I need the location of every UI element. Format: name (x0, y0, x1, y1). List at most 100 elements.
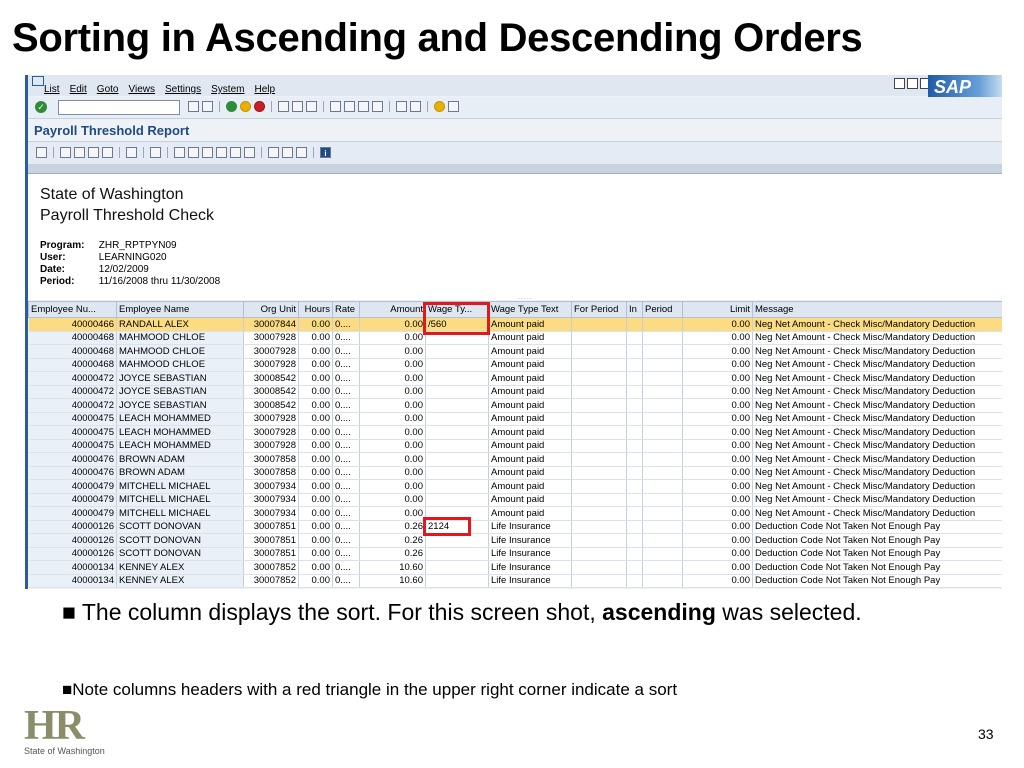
menu-item-edit[interactable]: Edit (70, 84, 87, 95)
table-row[interactable]: 40000475 LEACH MOHAMMED 30007928 0.00 0.... 0… (28, 412, 1002, 426)
find-icon[interactable] (292, 101, 303, 112)
back-arrow-icon[interactable] (188, 101, 199, 112)
enter-check-icon[interactable]: ✓ (35, 101, 47, 113)
column-header[interactable]: Hours (298, 301, 333, 318)
word-processing-icon[interactable] (202, 147, 213, 158)
column-header[interactable]: For Period (571, 301, 627, 318)
table-row[interactable]: 40000134 KENNEY ALEX 30007852 0.00 0.... 10.6… (28, 574, 1002, 588)
table-cell (642, 466, 683, 480)
export-icon[interactable] (174, 147, 185, 158)
column-header[interactable]: Message (752, 301, 1002, 318)
table-cell (425, 452, 489, 467)
menu-item-help[interactable]: Help (254, 84, 275, 95)
new-session-icon[interactable] (396, 101, 407, 112)
layout-icon[interactable] (448, 101, 459, 112)
save-layout-icon[interactable] (296, 147, 307, 158)
table-cell (571, 493, 627, 507)
menu-item-list[interactable]: List (44, 84, 60, 95)
column-header[interactable]: Org Unit (243, 301, 299, 318)
table-cell: 30008542 (243, 371, 299, 386)
table-cell (642, 398, 683, 413)
table-row[interactable]: 40000468 MAHMOOD CHLOE 30007928 0.00 0.... 0.… (28, 344, 1002, 359)
table-row[interactable]: 40000472 JOYCE SEBASTIAN 30008542 0.00 0....… (28, 371, 1002, 386)
table-cell: KENNEY ALEX (116, 574, 244, 588)
column-header[interactable]: Rate (332, 301, 360, 318)
window-menu-icon[interactable] (32, 76, 44, 86)
last-page-icon[interactable] (372, 101, 383, 112)
exit-icon[interactable] (240, 101, 251, 112)
table-row[interactable]: 40000134 KENNEY ALEX 30007852 0.00 0.... 10.6… (28, 560, 1002, 575)
table-cell: Neg Net Amount - Check Misc/Mandatory De… (752, 452, 1002, 467)
help-icon[interactable] (434, 101, 445, 112)
column-header[interactable]: Period (642, 301, 683, 318)
table-cell: Neg Net Amount - Check Misc/Mandatory De… (752, 317, 1002, 332)
table-cell (425, 358, 489, 372)
minimize-icon[interactable] (894, 78, 905, 89)
table-row[interactable]: 40000479 MITCHELL MICHAEL 30007934 0.00 0...… (28, 479, 1002, 494)
details-icon[interactable] (36, 147, 47, 158)
send-icon[interactable] (230, 147, 241, 158)
splitter-handle[interactable]: ..... (518, 294, 533, 301)
shortcut-icon[interactable] (410, 101, 421, 112)
table-cell (642, 520, 683, 534)
graphic-icon[interactable] (244, 147, 255, 158)
table-cell: 0.... (332, 560, 360, 575)
sort-ascending-icon[interactable] (60, 147, 71, 158)
table-row[interactable]: 40000472 JOYCE SEBASTIAN 30008542 0.00 0....… (28, 385, 1002, 399)
total-icon[interactable] (126, 147, 137, 158)
table-row[interactable]: 40000468 MAHMOOD CHLOE 30007928 0.00 0.... 0.… (28, 331, 1002, 345)
spreadsheet-icon[interactable] (188, 147, 199, 158)
toolbar-separator (119, 147, 120, 158)
table-cell (571, 317, 627, 332)
table-row[interactable]: 40000479 MITCHELL MICHAEL 30007934 0.00 0...… (28, 506, 1002, 521)
table-cell: 0.00 (359, 493, 426, 507)
table-cell: Neg Net Amount - Check Misc/Mandatory De… (752, 493, 1002, 507)
column-header[interactable]: Employee Nu... (28, 301, 117, 318)
table-row[interactable]: 40000479 MITCHELL MICHAEL 30007934 0.00 0...… (28, 493, 1002, 507)
save-icon[interactable] (202, 101, 213, 112)
table-cell: 0.00 (298, 317, 333, 332)
table-row[interactable]: 40000476 BROWN ADAM 30007858 0.00 0.... 0.00 A… (28, 452, 1002, 467)
sort-descending-icon[interactable] (74, 147, 85, 158)
print-preview-icon[interactable] (150, 147, 161, 158)
table-cell (642, 344, 683, 359)
filter-icon[interactable] (88, 147, 99, 158)
table-row[interactable]: 40000476 BROWN ADAM 30007858 0.00 0.... 0.00 A… (28, 466, 1002, 480)
command-field[interactable] (58, 100, 180, 115)
next-page-icon[interactable] (358, 101, 369, 112)
table-cell: 30007934 (243, 493, 299, 507)
previous-page-icon[interactable] (344, 101, 355, 112)
toolbar-separator (323, 101, 324, 112)
table-row[interactable]: 40000126 SCOTT DONOVAN 30007851 0.00 0.... 0.… (28, 520, 1002, 534)
back-icon[interactable] (226, 101, 237, 112)
menu-item-system[interactable]: System (211, 84, 244, 95)
column-header[interactable]: Employee Name (116, 301, 244, 318)
menu-item-views[interactable]: Views (128, 84, 155, 95)
table-row[interactable]: 40000126 SCOTT DONOVAN 30007851 0.00 0.... 0.… (28, 533, 1002, 548)
change-layout-icon[interactable] (268, 147, 279, 158)
print-icon[interactable] (278, 101, 289, 112)
cancel-icon[interactable] (254, 101, 265, 112)
table-cell: 0.00 (298, 344, 333, 359)
table-cell (571, 520, 627, 534)
select-layout-icon[interactable] (282, 147, 293, 158)
table-row[interactable]: 40000466 RANDALL ALEX 30007844 0.00 0.... 0.0… (28, 317, 1002, 332)
maximize-icon[interactable] (907, 78, 918, 89)
local-file-icon[interactable] (216, 147, 227, 158)
column-header[interactable]: Amount (359, 301, 426, 318)
menu-item-goto[interactable]: Goto (97, 84, 119, 95)
menu-item-settings[interactable]: Settings (165, 84, 201, 95)
info-icon[interactable]: i (320, 147, 331, 158)
delete-filter-icon[interactable] (102, 147, 113, 158)
table-row[interactable]: 40000468 MAHMOOD CHLOE 30007928 0.00 0.... 0.… (28, 358, 1002, 372)
first-page-icon[interactable] (330, 101, 341, 112)
table-row[interactable]: 40000126 SCOTT DONOVAN 30007851 0.00 0.... 0.… (28, 547, 1002, 561)
column-header[interactable]: In (626, 301, 643, 318)
find-next-icon[interactable] (306, 101, 317, 112)
column-header[interactable]: Limit (682, 301, 753, 318)
column-header[interactable]: Wage Type Text (488, 301, 572, 318)
table-row[interactable]: 40000472 JOYCE SEBASTIAN 30008542 0.00 0....… (28, 398, 1002, 413)
table-cell (626, 317, 643, 332)
table-row[interactable]: 40000475 LEACH MOHAMMED 30007928 0.00 0.... 0… (28, 425, 1002, 440)
table-row[interactable]: 40000475 LEACH MOHAMMED 30007928 0.00 0.... 0… (28, 439, 1002, 453)
